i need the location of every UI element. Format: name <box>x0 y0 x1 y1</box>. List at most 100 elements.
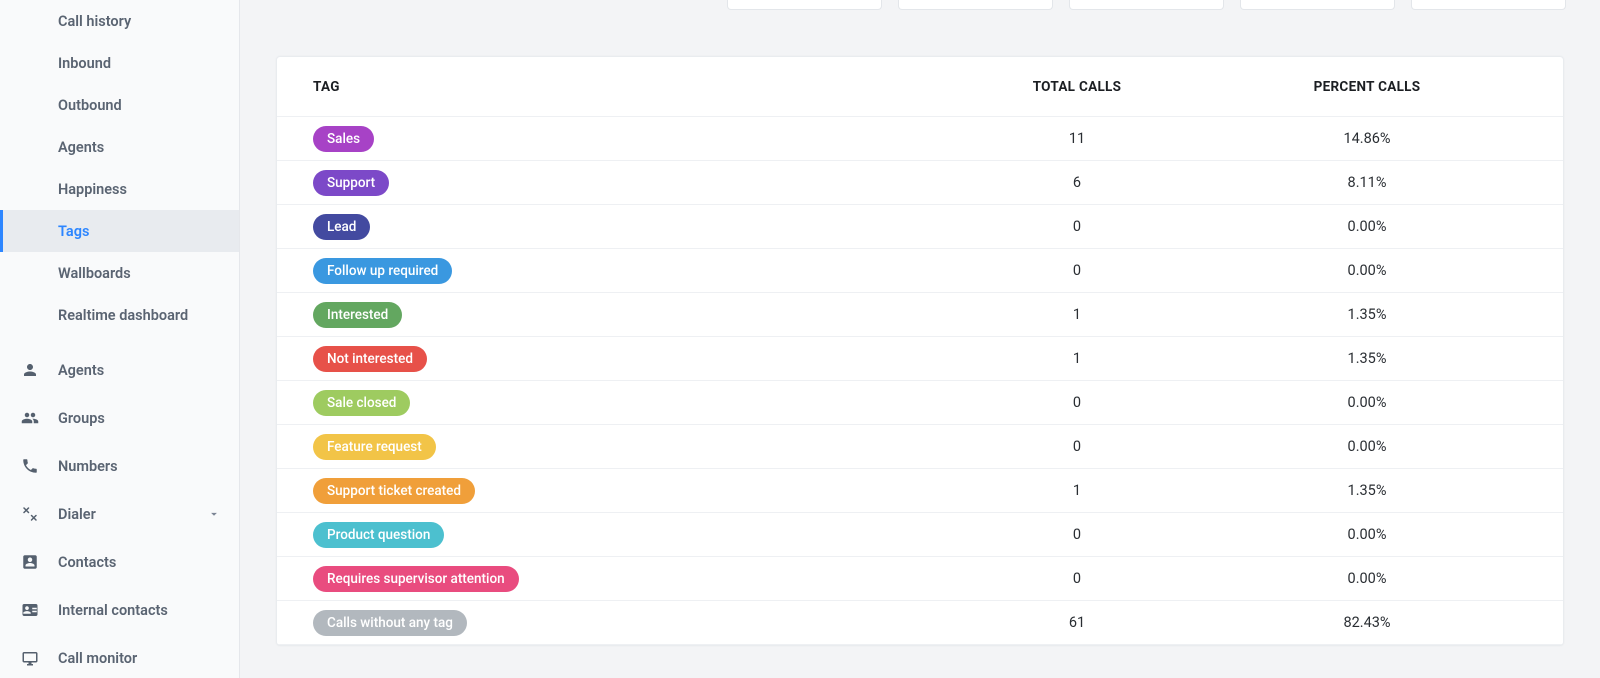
table-row[interactable]: Product question 00.00% <box>277 513 1563 557</box>
cell-tag: Interested <box>313 302 947 328</box>
table-row[interactable]: Lead00.00% <box>277 205 1563 249</box>
table-row[interactable]: Support ticket created11.35% <box>277 469 1563 513</box>
cell-total: 1 <box>947 482 1207 499</box>
sidebar-item-label: Inbound <box>58 55 111 72</box>
cell-total: 0 <box>947 394 1207 411</box>
cell-tag: Support ticket created <box>313 478 947 504</box>
cell-tag: Follow up required <box>313 258 947 284</box>
monitor-icon <box>20 648 40 668</box>
sidebar-item-contacts[interactable]: Contacts <box>0 538 239 586</box>
col-percent: PERCENT CALLS <box>1207 79 1527 95</box>
sidebar-item-label: Agents <box>58 139 104 156</box>
filter-box[interactable] <box>1240 0 1395 10</box>
table-row[interactable]: Sales1114.86% <box>277 117 1563 161</box>
table-row[interactable]: Support 68.11% <box>277 161 1563 205</box>
table-row[interactable]: Follow up required 00.00% <box>277 249 1563 293</box>
cell-percent: 0.00% <box>1207 262 1527 279</box>
sidebar-main-list: Agents Groups Numbers Dialer Contacts Interna… <box>0 346 239 678</box>
sidebar-item-label: Happiness <box>58 181 127 198</box>
tag-pill: Calls without any tag <box>313 610 467 636</box>
phone-icon <box>20 456 40 476</box>
sidebar-item-agents-sub[interactable]: Agents <box>0 126 239 168</box>
badge-icon <box>20 600 40 620</box>
cell-tag: Requires supervisor attention <box>313 566 947 592</box>
sidebar-item-label: Agents <box>58 362 104 379</box>
sidebar-item-internal-contacts[interactable]: Internal contacts <box>0 586 239 634</box>
sidebar-item-label: Call monitor <box>58 650 137 667</box>
chevron-down-icon <box>207 507 221 521</box>
sidebar-item-dialer[interactable]: Dialer <box>0 490 239 538</box>
sidebar-item-label: Numbers <box>58 458 118 475</box>
table-row[interactable]: Calls without any tag6182.43% <box>277 601 1563 645</box>
cell-percent: 0.00% <box>1207 570 1527 587</box>
cell-tag: Feature request <box>313 434 947 460</box>
filter-box[interactable] <box>898 0 1053 10</box>
tag-pill: Interested <box>313 302 402 328</box>
cell-percent: 14.86% <box>1207 130 1527 147</box>
cell-tag: Not interested <box>313 346 947 372</box>
tag-pill: Product question <box>313 522 444 548</box>
filter-box[interactable] <box>1411 0 1566 10</box>
people-icon <box>20 408 40 428</box>
sidebar-item-outbound[interactable]: Outbound <box>0 84 239 126</box>
tag-pill: Follow up required <box>313 258 452 284</box>
cell-percent: 8.11% <box>1207 174 1527 191</box>
cell-total: 61 <box>947 614 1207 631</box>
table-row[interactable]: Interested 11.35% <box>277 293 1563 337</box>
sidebar-item-tags[interactable]: Tags <box>0 210 239 252</box>
sidebar-item-label: Dialer <box>58 506 96 523</box>
sidebar-item-realtime-dashboard[interactable]: Realtime dashboard <box>0 294 239 336</box>
main-content: TAG TOTAL CALLS PERCENT CALLS Sales1114.… <box>240 0 1600 678</box>
cell-percent: 1.35% <box>1207 306 1527 323</box>
sidebar-item-wallboards[interactable]: Wallboards <box>0 252 239 294</box>
sidebar-item-inbound[interactable]: Inbound <box>0 42 239 84</box>
cell-total: 1 <box>947 306 1207 323</box>
tag-pill: Support <box>313 170 389 196</box>
cell-total: 0 <box>947 570 1207 587</box>
sidebar-item-numbers[interactable]: Numbers <box>0 442 239 490</box>
table-row[interactable]: Not interested 11.35% <box>277 337 1563 381</box>
sidebar-sub-list: Call history Inbound Outbound Agents Happine… <box>0 0 239 336</box>
cell-percent: 1.35% <box>1207 350 1527 367</box>
sidebar-item-label: Tags <box>58 223 89 240</box>
table-body: Sales1114.86%Support68.11%Lead00.00%Foll… <box>277 117 1563 645</box>
sidebar-item-call-history[interactable]: Call history <box>0 0 239 42</box>
tag-pill: Support ticket created <box>313 478 475 504</box>
col-tag: TAG <box>313 79 947 95</box>
table-header-row: TAG TOTAL CALLS PERCENT CALLS <box>277 57 1563 117</box>
tag-pill: Feature request <box>313 434 436 460</box>
sidebar-item-call-monitor[interactable]: Call monitor <box>0 634 239 678</box>
cell-total: 6 <box>947 174 1207 191</box>
cell-tag: Product question <box>313 522 947 548</box>
sidebar-item-groups[interactable]: Groups <box>0 394 239 442</box>
person-icon <box>20 360 40 380</box>
cell-percent: 0.00% <box>1207 394 1527 411</box>
cell-total: 0 <box>947 526 1207 543</box>
cell-tag: Sales <box>313 126 947 152</box>
cell-total: 0 <box>947 218 1207 235</box>
tags-table-card: TAG TOTAL CALLS PERCENT CALLS Sales1114.… <box>276 56 1564 646</box>
cell-total: 0 <box>947 262 1207 279</box>
cell-percent: 0.00% <box>1207 526 1527 543</box>
filter-box[interactable] <box>727 0 882 10</box>
table-row[interactable]: Requires supervisor attention00.00% <box>277 557 1563 601</box>
cell-tag: Support <box>313 170 947 196</box>
sidebar-item-happiness[interactable]: Happiness <box>0 168 239 210</box>
tag-pill: Sale closed <box>313 390 410 416</box>
cell-tag: Sale closed <box>313 390 947 416</box>
contacts-icon <box>20 552 40 572</box>
sidebar-item-label: Call history <box>58 13 131 30</box>
tag-pill: Lead <box>313 214 370 240</box>
sidebar-item-label: Outbound <box>58 97 122 114</box>
table-row[interactable]: Feature request00.00% <box>277 425 1563 469</box>
sidebar-item-label: Internal contacts <box>58 602 168 619</box>
cell-total: 1 <box>947 350 1207 367</box>
table-row[interactable]: Sale closed 00.00% <box>277 381 1563 425</box>
col-total: TOTAL CALLS <box>947 79 1207 95</box>
sidebar: Call history Inbound Outbound Agents Happine… <box>0 0 240 678</box>
tag-pill: Sales <box>313 126 374 152</box>
tag-pill: Not interested <box>313 346 427 372</box>
filter-box[interactable] <box>1069 0 1224 10</box>
sidebar-item-label: Groups <box>58 410 105 427</box>
sidebar-item-agents[interactable]: Agents <box>0 346 239 394</box>
